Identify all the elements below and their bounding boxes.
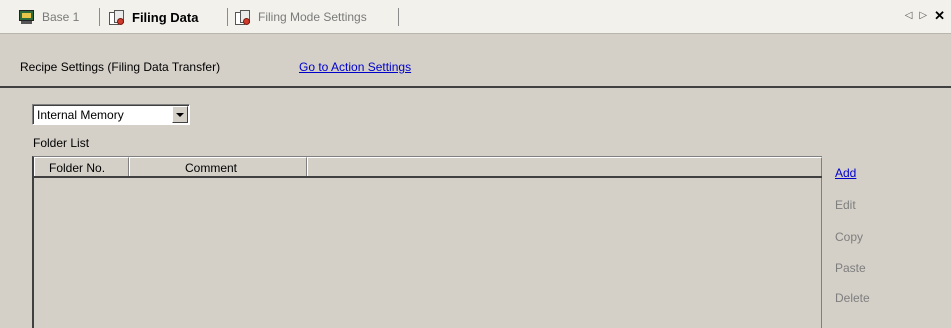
chevron-down-icon [176, 112, 184, 117]
tab-label: Base 1 [42, 10, 80, 24]
tab-separator [227, 8, 228, 26]
folder-list-label: Folder List [33, 136, 90, 150]
column-header-folder-no[interactable]: Folder No. [34, 157, 129, 176]
go-to-action-settings-link[interactable]: Go to Action Settings [299, 60, 411, 74]
filing-data-icon [108, 9, 125, 26]
tab-separator [99, 8, 100, 26]
dropdown-button[interactable] [172, 106, 188, 123]
tab-label: Filing Data [132, 9, 199, 25]
add-button[interactable]: Add [835, 166, 856, 180]
editor-tab-strip: Base 1 Filing Data Filing Mode Settings … [0, 0, 951, 34]
edit-button[interactable]: Edit [835, 198, 856, 212]
folder-list[interactable]: Folder No. Comment [32, 156, 822, 328]
screen-icon [18, 9, 35, 25]
copy-button[interactable]: Copy [835, 230, 863, 244]
storage-select[interactable]: Internal Memory [32, 104, 190, 125]
tab-navigation: ◁ ▷ ✕ [905, 8, 945, 24]
column-header-comment[interactable]: Comment [129, 157, 307, 176]
tab-filing-data[interactable]: Filing Data [108, 0, 198, 34]
page-title: Recipe Settings (Filing Data Transfer) [20, 60, 221, 74]
storage-select-value: Internal Memory [37, 108, 124, 122]
page-header: Recipe Settings (Filing Data Transfer) G… [0, 35, 951, 88]
tab-base-1[interactable]: Base 1 [18, 0, 79, 34]
tab-scroll-left-icon[interactable]: ◁ [905, 8, 913, 24]
paste-button[interactable]: Paste [835, 261, 866, 275]
tab-separator [398, 8, 399, 26]
tab-scroll-right-icon[interactable]: ▷ [919, 8, 927, 24]
tab-filing-mode-settings[interactable]: Filing Mode Settings [234, 0, 367, 34]
filing-data-icon [234, 9, 251, 26]
delete-button[interactable]: Delete [835, 291, 870, 305]
close-tab-icon[interactable]: ✕ [934, 8, 945, 24]
folder-list-header: Folder No. Comment [34, 157, 822, 178]
column-header-filler [307, 157, 822, 176]
tab-label: Filing Mode Settings [258, 10, 367, 24]
